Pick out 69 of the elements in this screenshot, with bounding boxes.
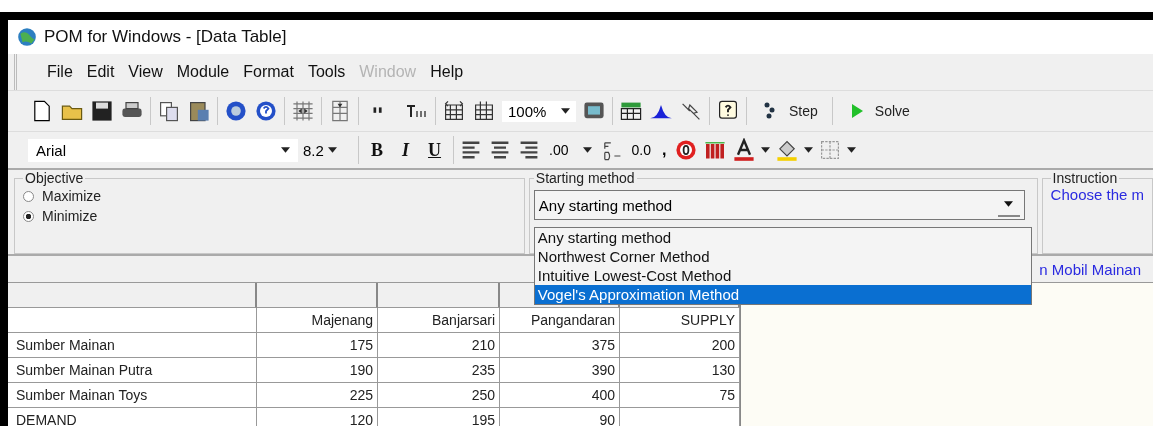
grid-icon[interactable]	[291, 99, 315, 123]
bold-button[interactable]: B	[364, 139, 390, 161]
table-title: n Mobil Mainan	[1039, 260, 1141, 278]
table-cell: 120	[257, 408, 378, 426]
table-icon[interactable]	[442, 99, 466, 123]
radio-option[interactable]: Maximize	[23, 188, 516, 204]
dropdown-option[interactable]: Northwest Corner Method	[534, 247, 1031, 266]
font-size-dropdown[interactable]: 8.2	[303, 141, 353, 159]
zoom-dropdown[interactable]: 100%	[502, 100, 576, 122]
caret-icon	[281, 147, 290, 153]
caret-icon	[561, 108, 570, 114]
table-cell: 250	[378, 383, 500, 408]
group-label: Instruction	[1051, 170, 1119, 186]
fill-color-icon[interactable]	[775, 138, 800, 162]
help-circle-icon[interactable]	[254, 99, 278, 123]
caret-icon[interactable]	[761, 147, 771, 153]
menu-item[interactable]: Help	[430, 63, 464, 81]
number-format-button[interactable]: 0.0	[628, 142, 654, 158]
table-cell: 235	[378, 358, 500, 383]
decimals-dropdown[interactable]: .00	[546, 142, 595, 158]
row-label: Sumber Mainan Toys	[8, 383, 257, 408]
table-icon[interactable]	[472, 99, 496, 123]
table-cell: 195	[378, 408, 500, 426]
column-header: Pangandaran	[500, 308, 620, 333]
menu-item[interactable]: View	[128, 63, 163, 81]
font-dropdown[interactable]: Arial	[28, 138, 298, 162]
window-title: POM for Windows - [Data Table]	[44, 27, 287, 47]
comma-button[interactable]: ,	[658, 141, 670, 159]
table-cell: 225	[257, 383, 378, 408]
italic-button[interactable]: I	[395, 139, 417, 161]
globe-icon	[16, 26, 38, 48]
table-cell: 90	[500, 408, 620, 426]
row-label: Sumber Mainan Putra	[8, 358, 257, 383]
option-label: Minimize	[42, 208, 98, 224]
caret-icon	[327, 147, 337, 153]
option-label: Maximize	[42, 188, 102, 204]
caret-icon	[1004, 201, 1014, 207]
group-label: Starting method	[534, 170, 636, 186]
radio-button[interactable]	[23, 210, 34, 222]
table-cell: 400	[500, 383, 620, 408]
underline-button[interactable]: U	[421, 139, 449, 161]
method-dropdown[interactable]: Any starting method	[533, 190, 1025, 220]
row-label: DEMAND	[8, 408, 257, 426]
menu-item[interactable]: Format	[243, 63, 294, 81]
table-cell: 375	[500, 333, 620, 358]
instruction-text: Choose the m	[1050, 186, 1144, 203]
dropdown-option[interactable]: Intuitive Lowest-Cost Method	[534, 266, 1031, 285]
menu-item[interactable]: Edit	[86, 63, 115, 81]
column-header: Majenang	[257, 308, 378, 333]
table-cell: 210	[378, 333, 500, 358]
table-cell: 190	[257, 358, 378, 383]
caret-icon	[582, 147, 592, 153]
dropdown-option[interactable]: Vogel's Approximation Method	[534, 285, 1031, 304]
menu-item[interactable]: File	[47, 63, 73, 81]
caret-icon[interactable]	[847, 147, 857, 153]
menu-item[interactable]: Tools	[307, 63, 346, 81]
column-header: Banjarsari	[378, 308, 500, 333]
dropdown-option[interactable]: Any starting method	[534, 228, 1031, 247]
copy-icon[interactable]	[157, 99, 181, 123]
table-cell: 175	[257, 333, 378, 358]
radio-button[interactable]	[23, 190, 34, 202]
menu-item[interactable]: Module	[176, 63, 230, 81]
clipboard-icon[interactable]	[187, 99, 211, 123]
font-color-icon[interactable]	[732, 138, 757, 162]
radio-option[interactable]: Minimize	[23, 208, 516, 224]
row-label: Sumber Mainan	[8, 333, 257, 358]
table-cell: 390	[500, 358, 620, 383]
caret-icon[interactable]	[804, 147, 814, 153]
group-label: Objective	[24, 170, 85, 186]
